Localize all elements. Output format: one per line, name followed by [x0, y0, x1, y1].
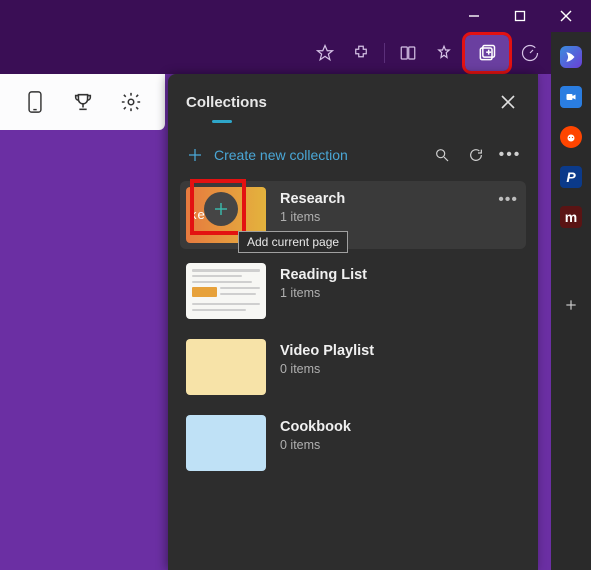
refresh-icon[interactable] — [466, 145, 486, 165]
panel-title: Collections — [186, 94, 267, 111]
collection-count: 0 items — [280, 362, 374, 376]
phone-icon[interactable] — [24, 91, 46, 113]
add-sidebar-icon[interactable] — [560, 294, 582, 316]
collections-toolbar-button[interactable] — [465, 35, 509, 71]
extensions-icon[interactable] — [346, 38, 376, 68]
page-background — [0, 74, 165, 570]
collection-name: Video Playlist — [280, 343, 374, 359]
toolbar-divider — [384, 43, 385, 63]
collection-thumbnail — [186, 339, 266, 395]
add-current-page-button[interactable] — [204, 192, 238, 226]
window-titlebar — [0, 0, 591, 32]
collection-thumbnail — [186, 263, 266, 319]
tooltip: Add current page — [238, 231, 348, 253]
collection-name: Cookbook — [280, 419, 351, 435]
page-header — [0, 74, 165, 130]
collection-item[interactable]: Reading List 1 items — [186, 259, 520, 323]
meet-icon[interactable] — [560, 86, 582, 108]
settings-gear-icon[interactable] — [120, 91, 142, 113]
favorites-icon[interactable] — [429, 38, 459, 68]
close-window-button[interactable] — [549, 2, 583, 30]
paypal-icon[interactable]: P — [560, 166, 582, 188]
browser-toolbar: ••• — [0, 32, 591, 74]
collection-count: 1 items — [280, 210, 345, 224]
collection-item[interactable]: Research1 items•••Add current page — [180, 181, 526, 249]
m-icon[interactable]: m — [560, 206, 582, 228]
collection-name: Research — [280, 191, 345, 207]
browser-sidebar: P m — [551, 32, 591, 570]
bing-chat-icon[interactable] — [560, 46, 582, 68]
close-panel-button[interactable] — [496, 90, 520, 114]
collection-more-icon[interactable]: ••• — [498, 191, 518, 209]
create-new-collection-link[interactable]: Create new collection — [186, 146, 348, 164]
reddit-icon[interactable] — [560, 126, 582, 148]
collection-count: 1 items — [280, 286, 367, 300]
collection-item[interactable]: Cookbook 0 items — [186, 411, 520, 475]
collection-item[interactable]: Video Playlist 0 items — [186, 335, 520, 399]
maximize-button[interactable] — [503, 2, 537, 30]
search-collections-icon[interactable] — [432, 145, 452, 165]
collection-name: Reading List — [280, 267, 367, 283]
minimize-button[interactable] — [457, 2, 491, 30]
trophy-icon[interactable] — [72, 91, 94, 113]
collection-count: 0 items — [280, 438, 351, 452]
performance-icon[interactable] — [515, 38, 545, 68]
collection-thumbnail — [186, 415, 266, 471]
create-label: Create new collection — [214, 147, 348, 163]
title-accent — [212, 120, 232, 123]
collections-panel: Collections Create new collection ••• Re… — [168, 74, 538, 570]
collections-more-icon[interactable]: ••• — [500, 145, 520, 165]
split-screen-icon[interactable] — [393, 38, 423, 68]
favorite-star-icon[interactable] — [310, 38, 340, 68]
